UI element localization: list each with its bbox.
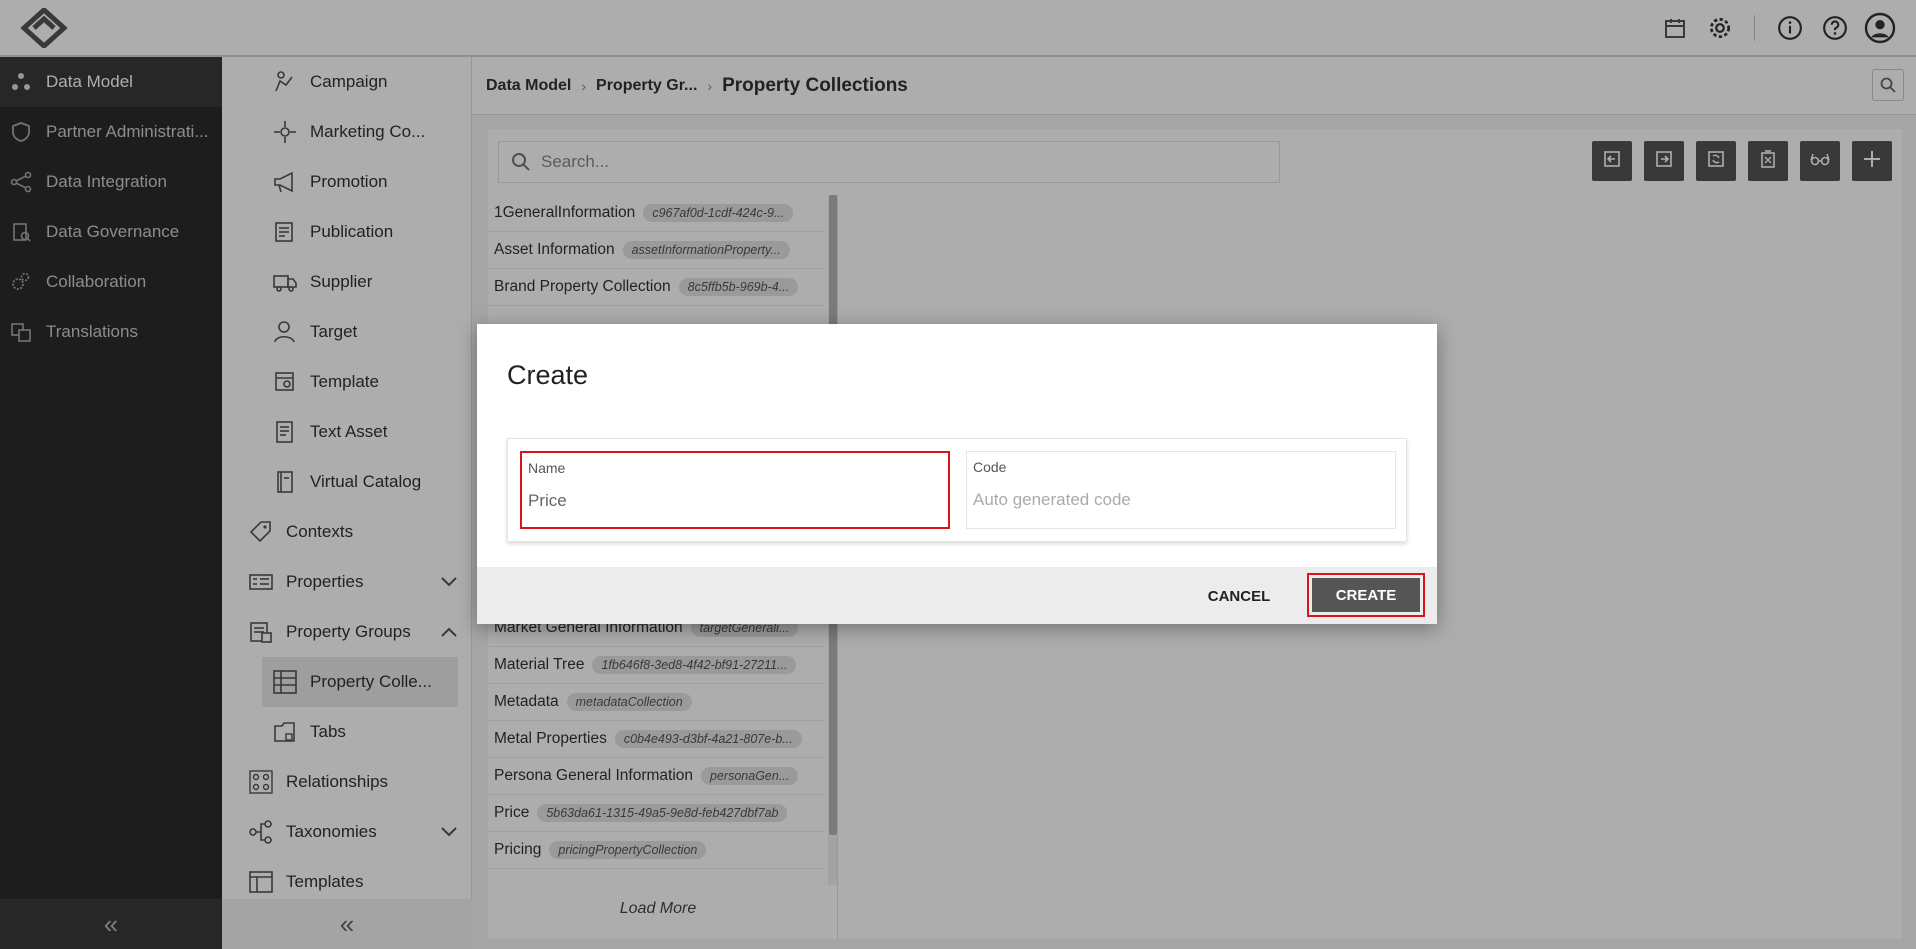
name-label: Name [528, 460, 566, 476]
create-form: Name Code [507, 438, 1407, 542]
create-button-highlight: CREATE [1307, 573, 1425, 617]
name-field[interactable]: Name [520, 451, 950, 529]
code-input[interactable] [973, 486, 1383, 514]
code-label: Code [973, 459, 1007, 475]
code-field[interactable]: Code [966, 451, 1396, 529]
create-dialog: Create Name Code CANCEL CREATE [477, 324, 1437, 624]
create-button[interactable]: CREATE [1312, 578, 1420, 612]
dialog-footer: CANCEL CREATE [477, 567, 1437, 624]
cancel-button[interactable]: CANCEL [1199, 579, 1279, 613]
name-input[interactable] [528, 487, 938, 515]
dialog-title: Create [507, 360, 589, 390]
